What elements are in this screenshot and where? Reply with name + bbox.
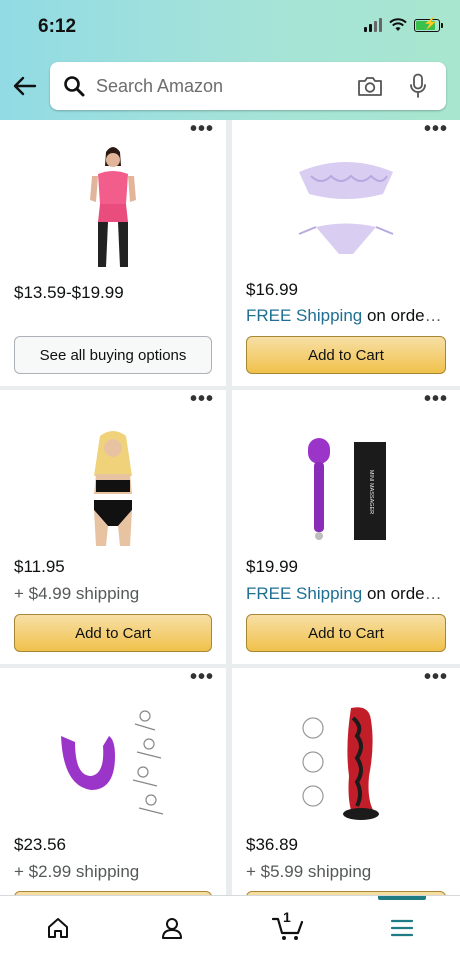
add-to-cart-button[interactable]: Add to Cart (246, 614, 446, 652)
nav-home[interactable] (38, 910, 78, 946)
product-image[interactable] (0, 142, 226, 272)
shipping-note: on order… (362, 306, 446, 325)
shipping-info: FREE Shipping on order… (246, 584, 446, 604)
more-options-icon[interactable]: ••• (190, 667, 214, 687)
shipping-info: + $4.99 shipping (14, 584, 140, 603)
box-label: MINI MASSAGER (368, 470, 374, 514)
product-card[interactable]: ••• $13.59-$19.99 See all buying options (0, 120, 226, 386)
product-price[interactable]: $23.56 (14, 835, 66, 855)
more-options-icon[interactable]: ••• (424, 389, 448, 409)
nav-menu[interactable] (382, 910, 422, 946)
cellular-signal-icon (364, 18, 382, 32)
camera-search-button[interactable] (354, 70, 386, 102)
product-price[interactable]: $36.89 (246, 835, 298, 855)
see-all-buying-options-button[interactable]: See all buying options (14, 336, 212, 374)
search-input[interactable] (96, 75, 354, 97)
product-image[interactable] (0, 430, 226, 560)
product-image[interactable] (232, 142, 460, 272)
more-options-icon[interactable]: ••• (190, 120, 214, 139)
product-price[interactable]: $19.99 (246, 557, 298, 577)
camera-icon (358, 77, 382, 96)
product-card[interactable]: ••• $11.95 + $4.99 shipping Add to Cart (0, 389, 226, 664)
back-arrow-icon (13, 76, 37, 96)
shipping-note: on order… (362, 584, 446, 603)
search-icon (60, 72, 88, 100)
nav-cart[interactable]: 1 (268, 909, 308, 946)
shipping-info: + $2.99 shipping (14, 862, 140, 881)
voice-search-button[interactable] (402, 70, 434, 102)
search-bar[interactable] (50, 62, 446, 110)
product-grid: ••• $13.59-$19.99 See all buying options… (0, 120, 460, 895)
add-to-cart-button[interactable]: Add to Cart (246, 336, 446, 374)
product-image[interactable] (0, 706, 226, 836)
bottom-nav: 1 (0, 895, 460, 959)
battery-charging-icon: ⚡ (414, 17, 443, 32)
more-options-icon[interactable]: ••• (424, 667, 448, 687)
status-icons: ⚡ (364, 17, 443, 32)
shipping-info: + $5.99 shipping (246, 862, 372, 881)
product-price[interactable]: $13.59-$19.99 (14, 283, 124, 303)
home-icon (48, 918, 68, 938)
free-shipping-label: FREE Shipping (246, 584, 363, 603)
product-price[interactable]: $16.99 (246, 280, 298, 300)
product-image[interactable]: MINI MASSAGER (232, 430, 460, 560)
product-card[interactable]: ••• MINI MASSAGER $19.99 FREE Shipping o… (232, 389, 460, 664)
account-icon (162, 918, 182, 939)
product-price[interactable]: $11.95 (14, 557, 65, 577)
shipping-info: FREE Shipping on order… (246, 306, 446, 326)
more-options-icon[interactable]: ••• (424, 120, 448, 139)
product-card[interactable]: ••• $16.99 FREE Shipping on order… Add t… (232, 120, 460, 386)
active-tab-indicator (378, 896, 426, 900)
top-bar: 6:12 ⚡ (0, 0, 460, 120)
microphone-icon (410, 73, 426, 98)
add-to-cart-button[interactable]: Add to Cart (14, 614, 212, 652)
more-options-icon[interactable]: ••• (190, 389, 214, 409)
cart-count-badge: 1 (283, 909, 291, 925)
free-shipping-label: FREE Shipping (246, 306, 363, 325)
status-time: 6:12 (38, 16, 77, 37)
product-card[interactable]: ••• $23.56 + $2.99 shipping (0, 667, 226, 895)
hamburger-menu-icon (390, 919, 414, 937)
product-card[interactable]: ••• $36.89 + $5.99 shipping (232, 667, 460, 895)
back-button[interactable] (12, 72, 38, 100)
nav-account[interactable] (152, 910, 192, 946)
product-image[interactable] (232, 706, 460, 836)
wifi-icon (389, 18, 407, 31)
